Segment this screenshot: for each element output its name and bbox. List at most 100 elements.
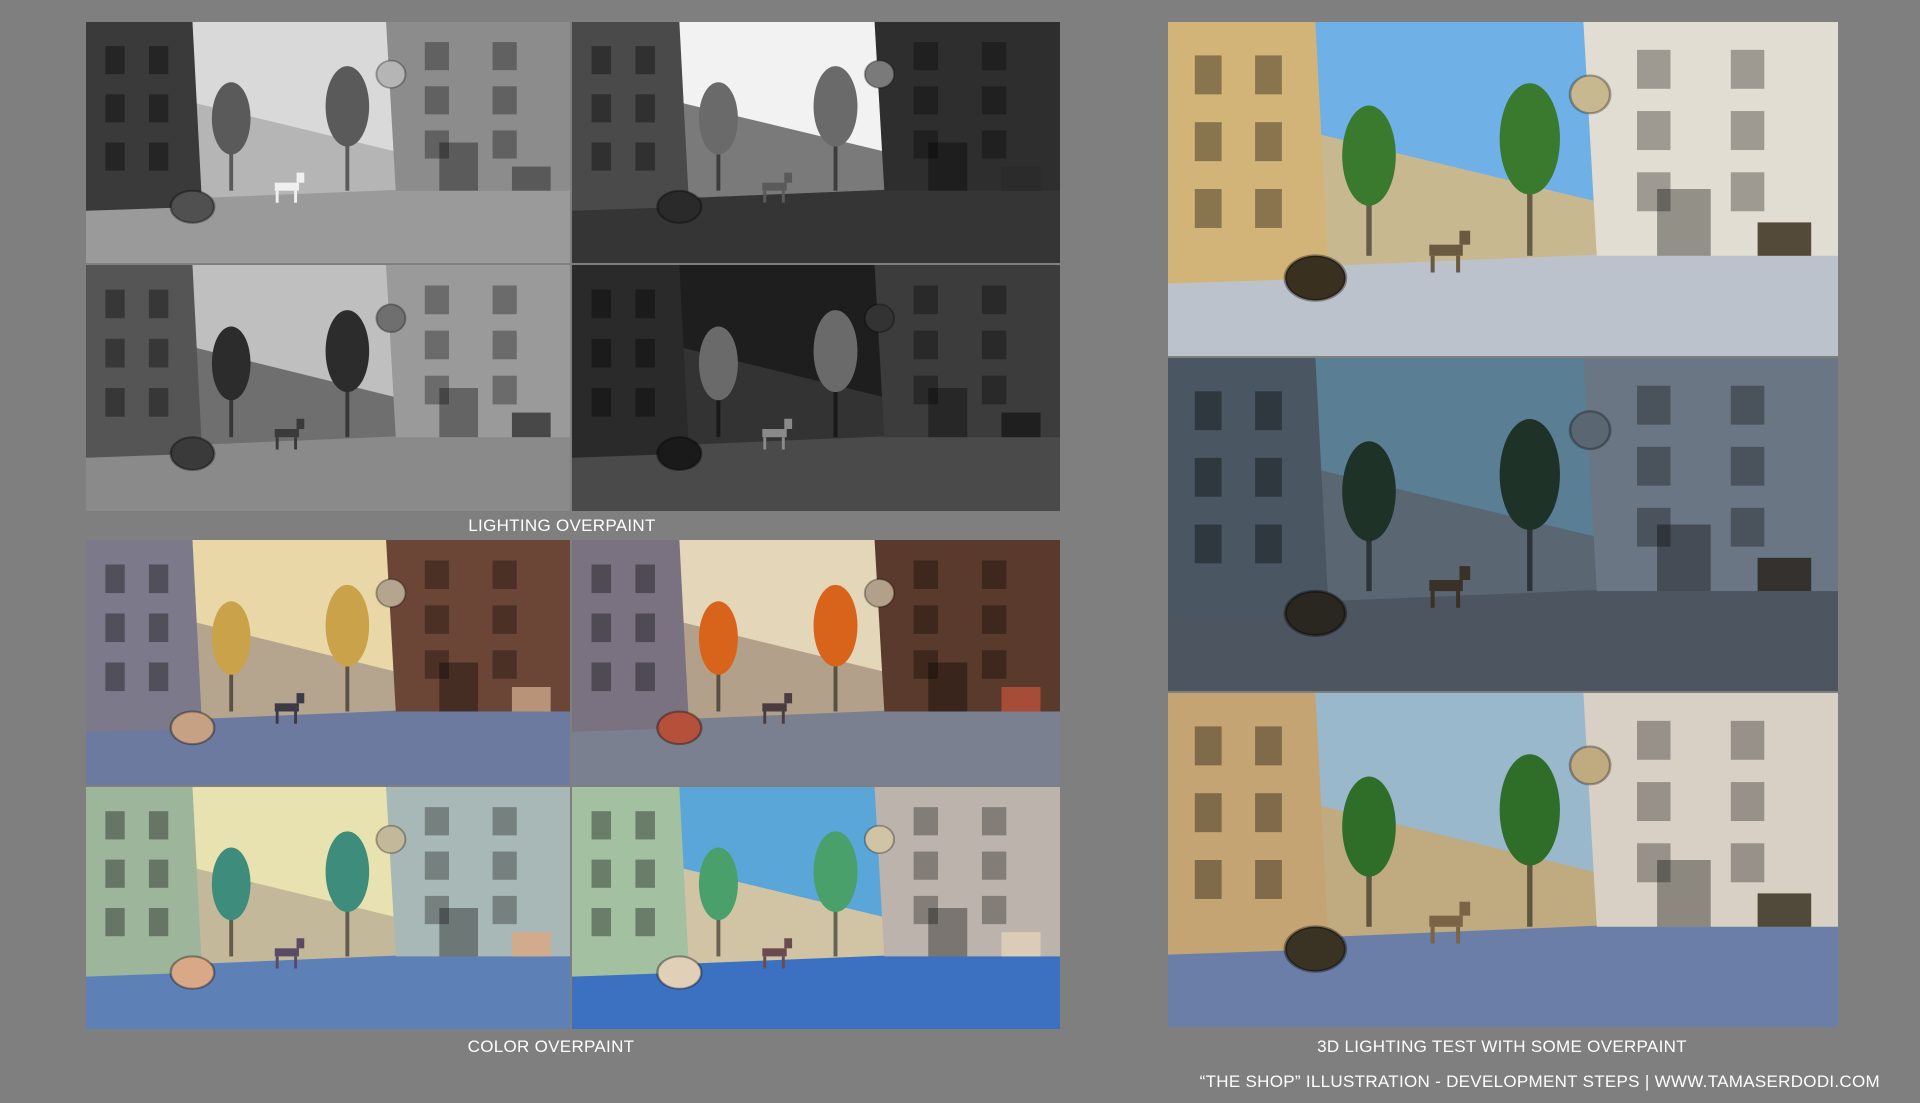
window <box>1637 720 1671 760</box>
dog-leg <box>1456 926 1461 944</box>
crates <box>511 687 551 712</box>
dog-head <box>784 938 793 949</box>
window <box>492 130 517 159</box>
scene-svg <box>86 265 570 511</box>
scene-svg <box>86 787 570 1029</box>
window <box>1730 49 1765 89</box>
window <box>105 142 125 171</box>
window <box>148 662 169 692</box>
window <box>492 330 517 360</box>
dog <box>274 703 299 712</box>
dog-leg <box>781 190 785 203</box>
shop-sign <box>375 578 407 608</box>
window <box>635 94 655 123</box>
shop-sign <box>375 59 407 89</box>
right-building <box>874 787 1060 957</box>
window <box>424 285 449 315</box>
dog-leg <box>1456 255 1461 273</box>
window <box>913 285 938 315</box>
dog-leg <box>275 956 279 969</box>
dog-head <box>1459 230 1471 245</box>
window <box>591 859 612 888</box>
dog-leg <box>294 437 298 450</box>
tree-left <box>211 326 251 401</box>
window <box>1730 385 1765 425</box>
window <box>492 42 517 71</box>
barrel <box>656 189 703 224</box>
window <box>1730 446 1765 486</box>
window <box>424 807 449 836</box>
crates <box>1757 893 1812 927</box>
lighting-test-3d-caption: 3D LIGHTING TEST WITH SOME OVERPAINT <box>1317 1037 1687 1056</box>
window <box>148 388 169 417</box>
shop-door <box>1657 524 1711 592</box>
window <box>1730 720 1765 760</box>
shop-sign <box>1568 745 1612 786</box>
dog-leg <box>1430 591 1435 608</box>
window <box>492 285 517 315</box>
window <box>1194 457 1222 497</box>
tree-right <box>813 310 858 393</box>
tree-right <box>813 66 858 147</box>
dog-leg <box>763 711 767 724</box>
dog-leg <box>294 956 298 969</box>
window <box>981 605 1007 634</box>
window <box>1255 457 1282 497</box>
shop-door <box>928 662 968 712</box>
dog <box>762 182 787 191</box>
window <box>148 338 169 368</box>
barrel <box>656 436 703 472</box>
dog <box>1429 244 1463 256</box>
dog <box>274 948 299 957</box>
left-building <box>1168 693 1329 955</box>
window <box>591 662 612 692</box>
window <box>424 560 449 589</box>
dog-head <box>296 693 305 704</box>
scene-svg <box>86 22 570 263</box>
window <box>148 859 169 888</box>
dog-leg <box>275 190 279 203</box>
window <box>1730 507 1765 547</box>
render-3d-dusk <box>1168 358 1838 691</box>
tree-left <box>698 326 738 401</box>
scene-svg <box>1168 358 1838 691</box>
window <box>1255 122 1282 162</box>
window <box>492 375 517 405</box>
window <box>1637 111 1671 151</box>
shop-door <box>439 662 479 712</box>
barrel <box>169 436 216 472</box>
window <box>591 811 612 840</box>
left-building <box>86 787 203 977</box>
color-study-autumn <box>572 540 1060 785</box>
shop-door <box>928 908 968 957</box>
tree-right <box>325 831 370 913</box>
barrel <box>169 710 216 746</box>
crates <box>1001 412 1041 438</box>
shop-door <box>439 388 479 438</box>
window <box>635 613 655 643</box>
window <box>635 811 655 840</box>
window <box>492 86 517 115</box>
shop-sign <box>863 824 896 854</box>
window <box>105 613 125 643</box>
left-building <box>1168 358 1329 619</box>
window <box>1194 860 1222 899</box>
left-building <box>1168 22 1329 284</box>
shop-door <box>439 142 479 191</box>
window <box>913 42 938 71</box>
dog <box>274 182 299 191</box>
shop-sign <box>375 824 407 854</box>
scene-svg <box>572 540 1060 785</box>
dog <box>762 429 787 438</box>
dog-leg <box>763 437 767 450</box>
left-building <box>86 540 203 732</box>
shop-door <box>928 142 968 191</box>
grayscale-study-night <box>572 265 1060 511</box>
window <box>981 86 1007 115</box>
window <box>913 807 938 836</box>
window <box>591 908 612 937</box>
render-3d-daylight <box>1168 22 1838 356</box>
window <box>981 560 1007 589</box>
tree-left <box>698 847 738 921</box>
window <box>424 42 449 71</box>
